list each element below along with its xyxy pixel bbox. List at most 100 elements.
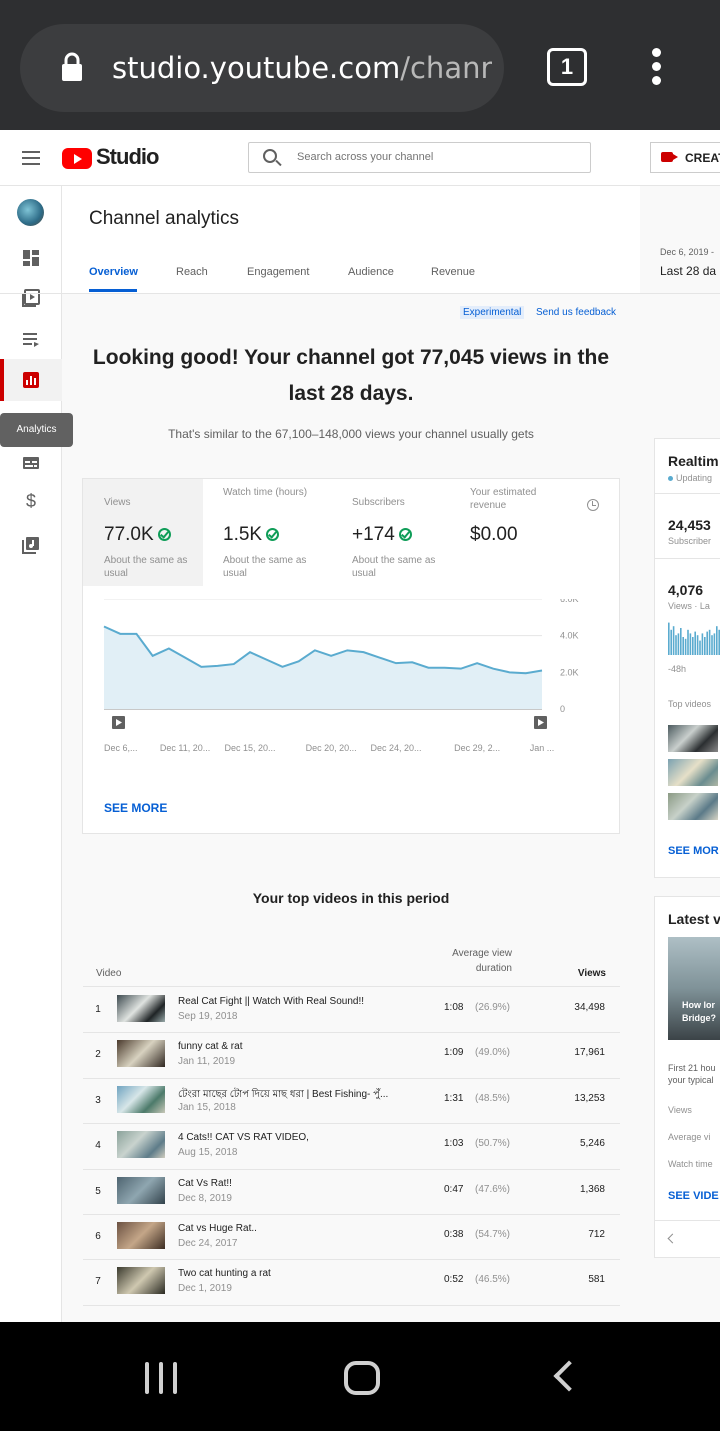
metric-watch-time[interactable]: Watch time (hours) 1.5K About the same a… (202, 479, 322, 586)
video-date: Dec 24, 2017 (178, 1238, 238, 1249)
realtime-updating: Updating (668, 473, 712, 483)
video-views: 581 (588, 1274, 605, 1286)
video-thumbnail[interactable] (668, 793, 718, 820)
video-thumbnail[interactable] (117, 1267, 165, 1295)
search-input[interactable] (297, 151, 577, 163)
metric-revenue[interactable]: Your estimated revenue $0.00 (449, 479, 559, 586)
video-views: 34,498 (574, 1002, 605, 1013)
table-row[interactable]: 4 4 Cats!! CAT VS RAT VIDEO, Aug 15, 2018 1… (83, 1123, 620, 1168)
see-more-link[interactable]: SEE MORE (104, 801, 167, 815)
chevron-left-icon[interactable] (667, 1233, 678, 1244)
date-range-text[interactable]: Dec 6, 2019 - (660, 247, 714, 257)
row-rank: 6 (95, 1231, 101, 1242)
browser-menu-icon[interactable] (644, 48, 668, 88)
avg-view-duration: 0:38 (444, 1229, 464, 1240)
videos-icon[interactable] (22, 289, 40, 307)
column-header-video: Video (96, 968, 122, 979)
tab-reach[interactable]: Reach (176, 266, 208, 278)
realtime-see-more-link[interactable]: SEE MOR (668, 845, 719, 857)
recents-icon[interactable] (145, 1362, 179, 1394)
column-header-views[interactable]: Views (557, 968, 606, 979)
back-icon[interactable] (553, 1360, 585, 1392)
column-header-avg-duration[interactable]: Average view duration (432, 946, 512, 976)
dashboard-icon[interactable] (22, 249, 40, 267)
video-title[interactable]: Real Cat Fight || Watch With Real Sound!… (178, 996, 418, 1007)
playlists-icon[interactable] (22, 330, 40, 348)
metric-subscribers[interactable]: Subscribers +174 About the same as usual (331, 479, 451, 586)
studio-logo-text[interactable]: Studio (96, 144, 159, 170)
home-icon[interactable] (344, 1361, 380, 1395)
date-range-label[interactable]: Last 28 da (660, 264, 716, 278)
avg-view-percentage: (50.7%) (475, 1138, 511, 1150)
x-tick-label: Dec 11, 20... (160, 743, 210, 753)
youtube-logo-icon[interactable] (62, 148, 92, 169)
video-title[interactable]: Cat vs Huge Rat.. (178, 1223, 418, 1234)
realtime-bar (701, 633, 704, 655)
tab-switcher-button[interactable]: 1 (547, 48, 587, 86)
key-metrics-card: Views 77.0K About the same as usual Watc… (82, 478, 620, 834)
realtime-bar (668, 622, 670, 655)
video-title[interactable]: 4 Cats!! CAT VS RAT VIDEO, (178, 1132, 418, 1143)
x-tick-label: Dec 6,... (104, 743, 138, 753)
video-thumbnail[interactable] (117, 1176, 165, 1204)
video-title[interactable]: Two cat hunting a rat (178, 1268, 418, 1279)
table-row[interactable]: 7 Two cat hunting a rat Dec 1, 2019 0:52 (46… (83, 1259, 620, 1304)
tab-revenue[interactable]: Revenue (431, 266, 475, 278)
realtime-top-videos-label: Top videos (668, 699, 712, 709)
overview-content: Experimental Send us feedback Looking go… (62, 294, 640, 1322)
lock-icon (62, 52, 82, 81)
sidebar-item-analytics[interactable] (0, 359, 62, 401)
tab-audience[interactable]: Audience (348, 266, 394, 278)
create-button[interactable]: CREAT (650, 142, 720, 173)
realtime-bar (694, 631, 696, 655)
channel-avatar[interactable] (17, 199, 44, 226)
video-thumbnail[interactable] (668, 725, 718, 752)
table-row[interactable]: 2 funny cat & rat Jan 11, 2019 1:09 (49.0%) 1… (83, 1032, 620, 1077)
latest-video-thumbnail[interactable]: How lor Bridge? (668, 937, 720, 1040)
search-box[interactable] (248, 142, 591, 173)
x-tick-label: Dec 15, 20... (224, 743, 275, 753)
views-chart[interactable]: 6.0K 4.0K 2.0K 0 Dec 6,... Dec 11, 20... Dec 1… (83, 599, 619, 779)
clock-icon[interactable] (587, 499, 599, 511)
realtime-bar-chart[interactable] (668, 619, 720, 655)
pager-card (654, 1220, 720, 1258)
avg-view-duration: 0:52 (444, 1274, 464, 1286)
subtitles-icon[interactable] (22, 454, 40, 472)
tab-overview[interactable]: Overview (89, 266, 138, 278)
summary-subline: That's similar to the 67,100–148,000 vie… (168, 427, 534, 441)
table-row[interactable]: 3 টেংরা মাছের টোপ দিয়ে মাছ ধরা | Best Fi… (83, 1078, 620, 1123)
video-thumbnail[interactable] (117, 1222, 165, 1249)
hamburger-menu-icon[interactable] (22, 151, 40, 169)
table-row[interactable]: 1 Real Cat Fight || Watch With Real Sound… (83, 987, 620, 1032)
audio-library-icon[interactable] (22, 536, 40, 554)
video-views: 13,253 (574, 1092, 605, 1104)
avg-view-percentage: (49.0%) (475, 1047, 511, 1059)
video-thumbnail[interactable] (117, 995, 165, 1022)
metric-value: $0.00 (470, 524, 518, 545)
video-title[interactable]: Cat Vs Rat!! (178, 1178, 418, 1189)
realtime-subscribers-value: 24,453 (668, 517, 711, 533)
see-video-link[interactable]: SEE VIDE (668, 1190, 719, 1202)
realtime-views-value: 4,076 (668, 582, 704, 598)
video-thumbnail[interactable] (117, 1040, 165, 1068)
avg-view-duration: 0:47 (444, 1183, 464, 1195)
x-tick-label: Dec 24, 20... (370, 743, 421, 753)
url-bar[interactable]: studio.youtube.com/channe (20, 24, 504, 112)
realtime-bar (699, 640, 701, 655)
table-row[interactable]: 6 Cat vs Huge Rat.. Dec 24, 2017 0:38 (54.7%… (83, 1214, 620, 1259)
video-thumbnail[interactable] (117, 1085, 165, 1113)
video-views: 712 (588, 1229, 605, 1240)
table-row[interactable]: 5 Cat Vs Rat!! Dec 8, 2019 0:47 (47.6%) 1,368 (83, 1169, 620, 1214)
video-title[interactable]: funny cat & rat (178, 1041, 418, 1052)
url-text: studio.youtube.com/channe (112, 51, 492, 85)
metric-views[interactable]: Views 77.0K About the same as usual (83, 479, 203, 586)
realtime-title: Realtim (668, 453, 719, 469)
monetization-dollar-icon[interactable]: $ (22, 492, 40, 510)
metric-value: 77.0K (104, 524, 203, 546)
tab-engagement[interactable]: Engagement (247, 266, 309, 278)
video-thumbnail[interactable] (668, 759, 718, 786)
create-label: CREAT (685, 151, 720, 165)
avg-view-duration: 1:08 (444, 1002, 464, 1013)
video-thumbnail[interactable] (117, 1131, 165, 1159)
send-feedback-link[interactable]: Send us feedback (536, 307, 616, 318)
